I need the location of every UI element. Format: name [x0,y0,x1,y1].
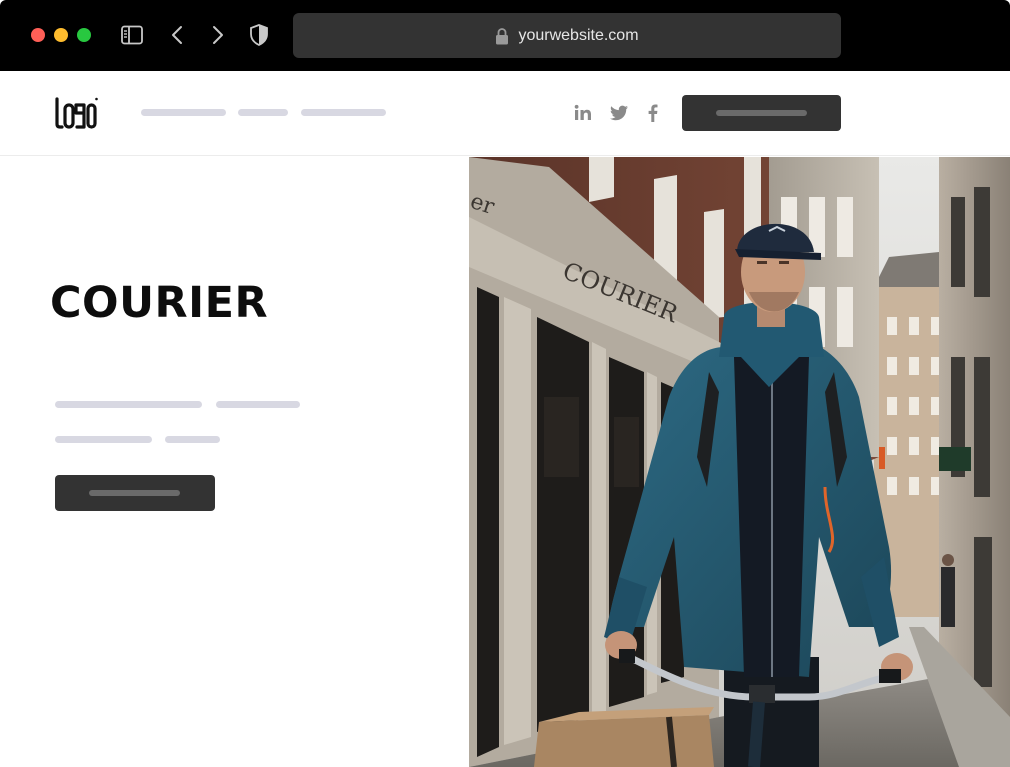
site-header [0,71,1010,156]
logo[interactable] [54,96,98,130]
hero-photo-courier: COURIER er [469,157,1010,767]
address-bar[interactable]: yourwebsite.com [293,13,841,58]
facebook-icon[interactable] [643,103,663,123]
back-arrow-icon[interactable] [166,23,190,47]
hero-text-line [216,401,300,408]
forward-arrow-icon[interactable] [205,23,229,47]
sidebar-toggle-icon[interactable] [120,23,144,47]
shield-icon[interactable] [247,23,271,47]
lock-icon [496,27,509,44]
hero-cta-label-placeholder [89,490,180,496]
hero-text-line [55,436,152,443]
hero-cta-button[interactable] [55,475,215,511]
header-cta-label-placeholder [716,110,807,116]
browser-toolbar: yourwebsite.com [0,0,1010,71]
twitter-icon[interactable] [609,103,629,123]
url-text: yourwebsite.com [518,26,639,44]
maximize-window-button[interactable] [77,28,91,42]
header-cta-button[interactable] [682,95,841,131]
nav-link-3[interactable] [301,109,386,116]
close-window-button[interactable] [31,28,45,42]
hero-title: COURIER [50,278,269,328]
nav-link-1[interactable] [141,109,226,116]
hero-text-line [55,401,202,408]
minimize-window-button[interactable] [54,28,68,42]
linkedin-icon[interactable] [573,103,593,123]
hero-text-line [165,436,220,443]
nav-link-2[interactable] [238,109,288,116]
